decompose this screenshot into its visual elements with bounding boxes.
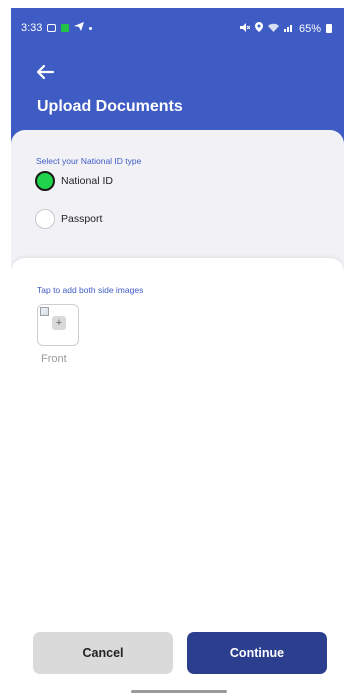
radio-national-id[interactable]: National ID: [35, 171, 113, 191]
radio-passport[interactable]: Passport: [35, 209, 102, 229]
app-screen: 3:33 65% Upload Documents Select your Na…: [11, 8, 344, 696]
dot-icon: [89, 26, 93, 30]
back-button[interactable]: [35, 62, 59, 86]
radio-unselected-icon[interactable]: [35, 209, 55, 229]
front-label: Front: [41, 353, 67, 365]
plus-icon: +: [52, 316, 66, 330]
radio-selected-icon[interactable]: [35, 171, 55, 191]
green-app-icon: [61, 24, 70, 32]
battery-icon: [326, 24, 332, 33]
signal-icon: [283, 23, 294, 35]
status-time: 3:33: [21, 22, 43, 34]
upload-instruction: Tap to add both side images: [37, 285, 144, 295]
home-indicator: [131, 690, 227, 693]
arrow-left-icon: [36, 64, 55, 80]
mute-icon: [239, 22, 251, 35]
status-left: 3:33: [21, 22, 93, 34]
broken-image-icon: [40, 307, 49, 316]
cancel-button[interactable]: Cancel: [33, 632, 173, 674]
page-title: Upload Documents: [37, 98, 183, 115]
continue-button[interactable]: Continue: [187, 632, 327, 674]
radio-passport-label: Passport: [61, 213, 103, 225]
telegram-icon: [74, 22, 85, 34]
location-icon: [254, 22, 263, 35]
gallery-icon: [47, 24, 57, 32]
battery-percent: 65%: [298, 22, 321, 35]
id-type-label: Select your National ID type: [36, 156, 142, 166]
status-bar: 3:33 65%: [11, 8, 344, 48]
status-right: 65%: [239, 22, 332, 35]
front-upload-tile[interactable]: +: [37, 304, 79, 346]
wifi-icon: [267, 23, 279, 35]
radio-national-id-label: National ID: [61, 175, 113, 187]
